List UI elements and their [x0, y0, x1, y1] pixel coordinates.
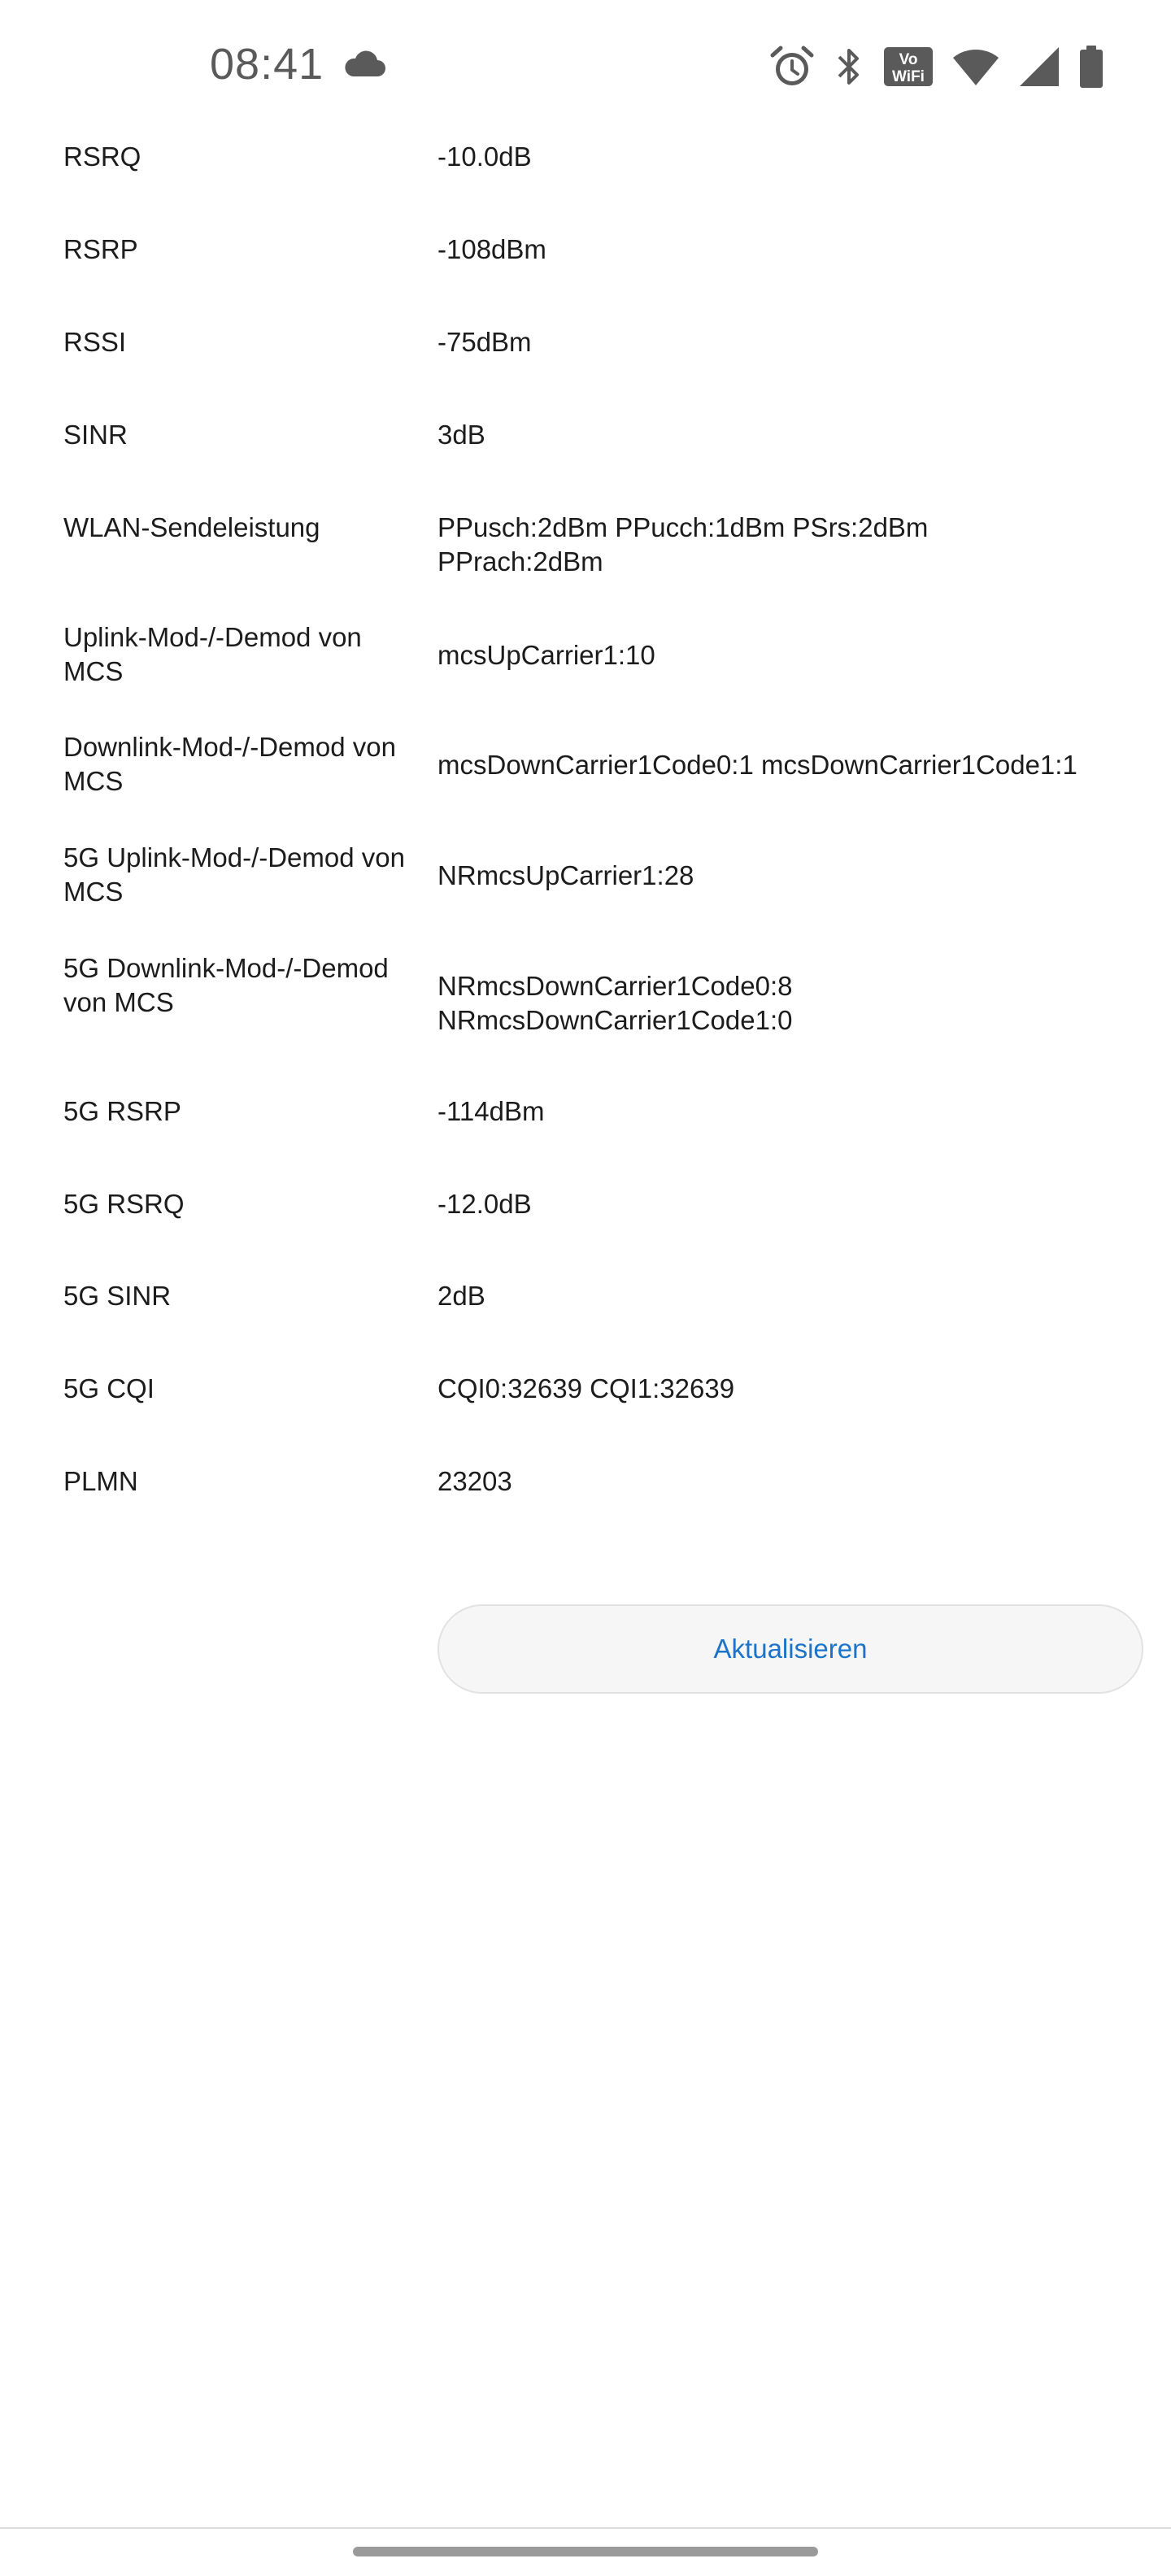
info-label: 5G Uplink-Mod-/-Demod von MCS — [63, 842, 405, 907]
info-label: 5G RSRQ — [63, 1189, 185, 1219]
refresh-button-label: Aktualisieren — [713, 1634, 868, 1664]
info-value: -108dBm — [437, 234, 546, 264]
info-value: -10.0dB — [437, 141, 532, 172]
info-value: mcsDownCarrier1Code0:1 mcsDownCarrier1Co… — [437, 750, 1077, 780]
status-bar: 08:41 Vo WiFi — [0, 0, 1171, 130]
info-label: 5G Downlink-Mod-/-Demod von MCS — [63, 953, 389, 1017]
status-icons: Vo WiFi — [769, 42, 1104, 91]
info-value: NRmcsDownCarrier1Code0:8 NRmcsDownCarrie… — [437, 971, 793, 1035]
info-value: -114dBm — [437, 1096, 545, 1126]
alarm-icon — [770, 46, 814, 85]
bluetooth-icon — [838, 49, 859, 85]
status-time: 08:41 — [210, 40, 324, 89]
info-value: -12.0dB — [437, 1189, 532, 1219]
info-label: RSRP — [63, 234, 138, 264]
refresh-button[interactable]: Aktualisieren — [437, 1604, 1143, 1694]
info-label: Downlink-Mod-/-Demod von MCS — [63, 732, 396, 796]
info-label: 5G CQI — [63, 1373, 155, 1403]
info-label: RSSI — [63, 327, 127, 357]
info-value: mcsUpCarrier1:10 — [437, 640, 655, 670]
vowifi-icon: Vo WiFi — [884, 47, 933, 86]
info-value: 2dB — [437, 1281, 485, 1311]
info-value: CQI0:32639 CQI1:32639 — [437, 1373, 735, 1403]
info-label: RSRQ — [63, 141, 141, 172]
nav-divider — [0, 2527, 1171, 2529]
home-indicator[interactable] — [353, 2547, 818, 2556]
cloud-icon — [345, 50, 385, 76]
info-label: SINR — [63, 420, 128, 450]
info-value: NRmcsUpCarrier1:28 — [437, 860, 694, 890]
info-value: PPusch:2dBm PPucch:1dBm PSrs:2dBm PPrach… — [437, 512, 929, 577]
vowifi-bottom-text: WiFi — [892, 68, 925, 85]
info-label: PLMN — [63, 1466, 138, 1496]
info-value: 3dB — [437, 420, 485, 450]
info-label: 5G RSRP — [63, 1096, 181, 1126]
vowifi-top-text: Vo — [899, 51, 918, 68]
info-label: WLAN-Sendeleistung — [63, 512, 320, 542]
info-value: -75dBm — [437, 327, 532, 357]
battery-icon — [1080, 46, 1103, 88]
cellular-signal-icon — [1020, 47, 1059, 86]
info-value: 23203 — [437, 1466, 512, 1496]
wifi-icon — [953, 49, 999, 85]
info-label: Uplink-Mod-/-Demod von MCS — [63, 622, 362, 686]
info-label: 5G SINR — [63, 1281, 172, 1311]
